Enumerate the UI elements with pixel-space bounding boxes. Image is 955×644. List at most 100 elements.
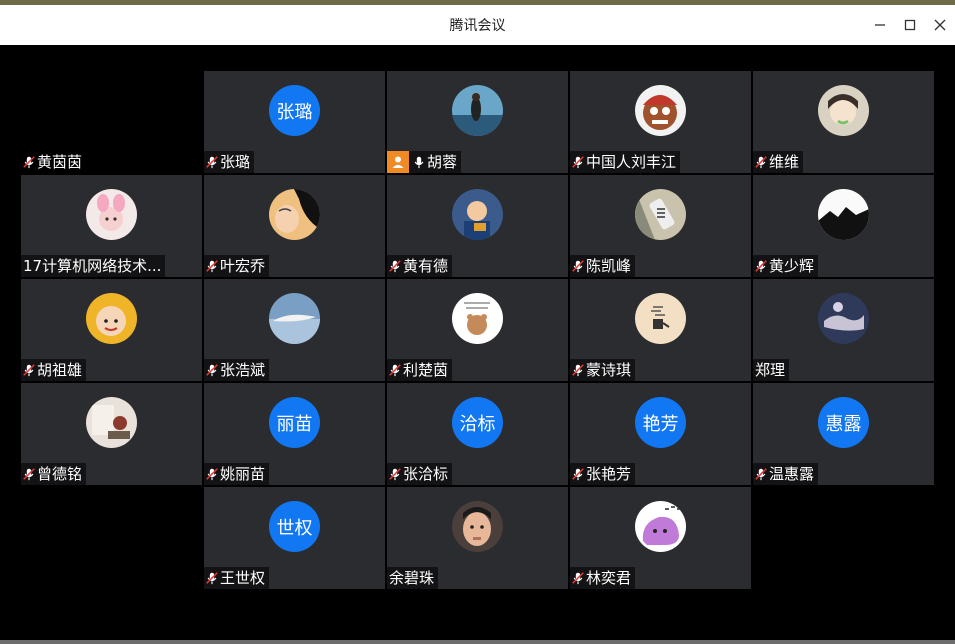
participant-name: 黄少辉 [769,257,815,275]
participant-tile[interactable]: 郑理 [753,279,934,381]
avatar [86,189,137,240]
name-bar: 张洽标 [387,463,453,485]
participant-name: 胡蓉 [427,153,458,171]
name-bar: 温惠露 [753,463,819,485]
avatar: 张璐 [269,85,320,136]
name-bar: 胡蓉 [387,151,462,173]
mic-muted-icon [570,463,586,485]
participant-name: 林奕君 [586,569,632,587]
mic-muted-icon [204,151,220,173]
mic-muted-icon [204,567,220,589]
avatar [818,293,869,344]
participant-tile[interactable]: 胡蓉 [387,71,568,173]
avatar: 艳芳 [635,397,686,448]
title-bar: 腾讯会议 [0,5,955,45]
participant-tile[interactable]: 张浩斌 [204,279,385,381]
participant-tile[interactable]: 余碧珠 [387,487,568,589]
avatar [818,85,869,136]
participant-tile[interactable]: 17计算机网络技术... [21,175,202,277]
participant-tile[interactable]: 黄茵茵 [21,71,202,173]
avatar [86,397,137,448]
name-bar: 黄茵茵 [21,151,87,173]
name-bar: 黄少辉 [753,255,819,277]
avatar [269,293,320,344]
participant-tile[interactable]: 叶宏乔 [204,175,385,277]
participant-tile[interactable]: 维维 [753,71,934,173]
avatar [269,189,320,240]
name-bar: 王世权 [204,567,270,589]
participant-name: 郑理 [755,361,786,379]
name-bar: 张艳芳 [570,463,636,485]
participant-tile[interactable]: 蒙诗琪 [570,279,751,381]
participant-tile[interactable]: 洽标 张洽标 [387,383,568,485]
participant-name: 陈凯峰 [586,257,632,275]
participant-tile[interactable]: 中国人刘丰江 [570,71,751,173]
mic-muted-icon [21,359,37,381]
name-bar: 维维 [753,151,804,173]
participant-tile[interactable]: 胡祖雄 [21,279,202,381]
avatar [452,85,503,136]
mic-muted-icon [570,151,586,173]
avatar [635,293,686,344]
mic-muted-icon [753,151,769,173]
avatar [452,501,503,552]
avatar [452,293,503,344]
mic-muted-icon [21,151,37,173]
name-bar: 17计算机网络技术... [21,255,166,277]
participant-name: 黄茵茵 [37,153,83,171]
name-bar: 姚丽苗 [204,463,270,485]
avatar: 惠露 [818,397,869,448]
minimize-icon[interactable] [865,5,895,45]
close-icon[interactable] [925,5,955,45]
mic-muted-icon [387,463,403,485]
participant-name: 利楚茵 [403,361,449,379]
avatar [818,189,869,240]
participant-tile[interactable]: 惠露 温惠露 [753,383,934,485]
mic-muted-icon [204,359,220,381]
mic-muted-icon [387,255,403,277]
host-icon [387,151,409,173]
avatar [86,293,137,344]
avatar [635,501,686,552]
mic-muted-icon [753,255,769,277]
name-bar: 叶宏乔 [204,255,270,277]
participant-tile[interactable]: 林奕君 [570,487,751,589]
participant-tile[interactable]: 陈凯峰 [570,175,751,277]
participant-tile[interactable]: 利楚茵 [387,279,568,381]
participant-name: 叶宏乔 [220,257,266,275]
name-bar: 黄有德 [387,255,453,277]
participant-name: 张璐 [220,153,251,171]
avatar: 丽苗 [269,397,320,448]
avatar: 洽标 [452,397,503,448]
participant-name: 余碧珠 [389,569,435,587]
participant-name: 张艳芳 [586,465,632,483]
mic-muted-icon [753,463,769,485]
participant-tile[interactable]: 曾德铭 [21,383,202,485]
name-bar: 曾德铭 [21,463,87,485]
maximize-icon[interactable] [895,5,925,45]
participant-tile[interactable]: 丽苗 姚丽苗 [204,383,385,485]
participant-name: 温惠露 [769,465,815,483]
participant-name: 张浩斌 [220,361,266,379]
participant-tile[interactable]: 张璐 张璐 [204,71,385,173]
name-bar: 利楚茵 [387,359,453,381]
participant-tile[interactable]: 黄少辉 [753,175,934,277]
participant-tile[interactable]: 世权 王世权 [204,487,385,589]
participant-name: 姚丽苗 [220,465,266,483]
name-bar: 余碧珠 [387,567,439,589]
participant-name: 17计算机网络技术... [23,257,162,275]
name-bar: 蒙诗琪 [570,359,636,381]
participant-name: 曾德铭 [37,465,83,483]
participant-tile[interactable]: 黄有德 [387,175,568,277]
participant-name: 张洽标 [403,465,449,483]
mic-muted-icon [570,567,586,589]
participant-name: 中国人刘丰江 [586,153,677,171]
mic-muted-icon [570,359,586,381]
name-bar: 郑理 [753,359,790,381]
mic-muted-icon [204,255,220,277]
participant-tile[interactable]: 艳芳 张艳芳 [570,383,751,485]
mic-muted-icon [570,255,586,277]
mic-muted-icon [387,359,403,381]
name-bar: 胡祖雄 [21,359,87,381]
name-bar: 张浩斌 [204,359,270,381]
